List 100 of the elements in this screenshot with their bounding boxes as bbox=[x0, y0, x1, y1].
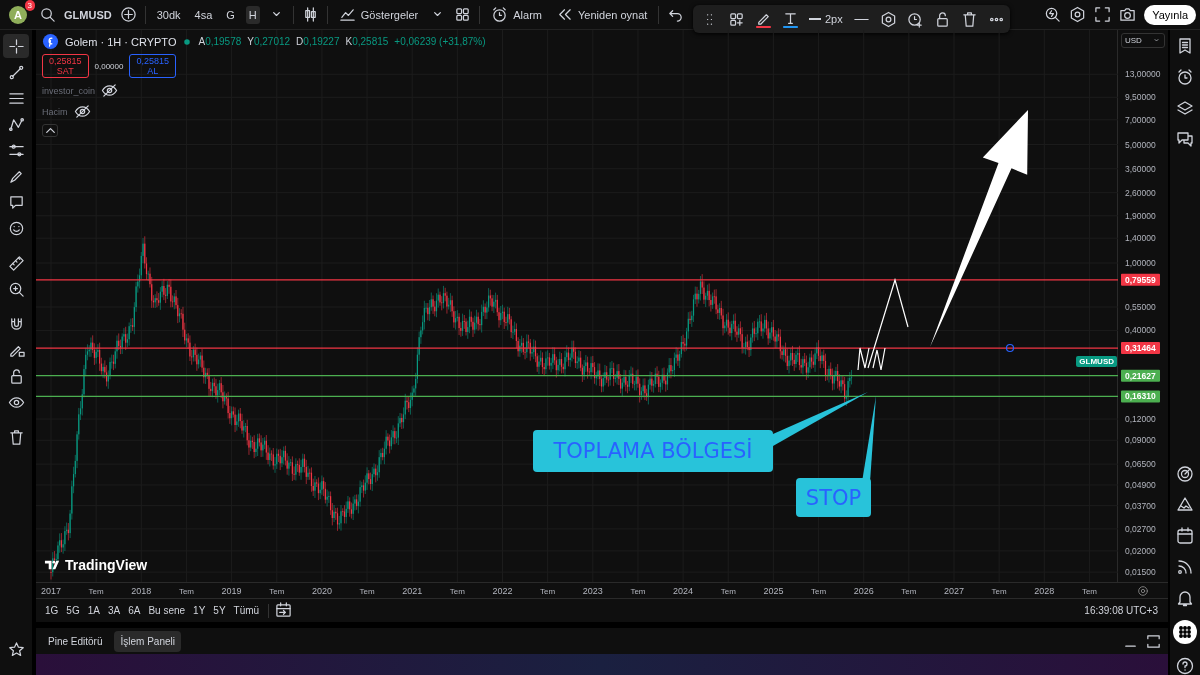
apps-grid-icon[interactable] bbox=[1173, 620, 1197, 644]
alarm-clock-icon bbox=[491, 6, 509, 23]
price-tick: 0,03700 bbox=[1125, 500, 1156, 511]
notification-badge: 3 bbox=[24, 0, 35, 11]
eye-off-icon[interactable] bbox=[101, 82, 119, 99]
mountain-icon[interactable] bbox=[1176, 496, 1194, 514]
alarm-button[interactable]: Alarm bbox=[488, 3, 545, 26]
indicators-button[interactable]: Göstergeler bbox=[335, 3, 422, 26]
symbol-search[interactable]: GLMUSD bbox=[64, 8, 112, 21]
price-level-line[interactable] bbox=[36, 375, 1118, 377]
range-button[interactable]: 6A bbox=[125, 603, 144, 618]
line-width-button[interactable]: 2px bbox=[809, 13, 843, 25]
range-button[interactable]: 5G bbox=[63, 603, 83, 618]
time-tick: Tem bbox=[178, 587, 194, 596]
zigzag-projection-line[interactable] bbox=[857, 277, 909, 371]
ruler-icon bbox=[7, 254, 25, 272]
price-tick: 2,60000 bbox=[1125, 187, 1156, 198]
star-icon[interactable] bbox=[7, 641, 25, 658]
interval-button[interactable]: 4sa bbox=[191, 5, 216, 24]
price-tick: 0,55000 bbox=[1125, 302, 1156, 312]
time-tick: 2024 bbox=[673, 586, 694, 596]
trash-icon bbox=[7, 428, 25, 446]
panel-tab[interactable]: Pine Editörü bbox=[42, 630, 109, 652]
eye-off-icon[interactable] bbox=[73, 103, 91, 120]
spread-value: 0,00000 bbox=[94, 61, 124, 71]
range-button[interactable]: 1G bbox=[42, 603, 62, 618]
line-icon bbox=[809, 18, 821, 20]
axis-settings-icon[interactable] bbox=[1137, 584, 1149, 597]
add-alarm-icon[interactable] bbox=[906, 10, 924, 28]
fullscreen-icon[interactable] bbox=[1094, 6, 1112, 23]
price-tick: 0,12000 bbox=[1125, 414, 1156, 425]
range-button[interactable]: 3A bbox=[104, 603, 124, 618]
time-tick: 2021 bbox=[402, 586, 423, 596]
replay-button[interactable]: Yeniden oynat bbox=[553, 3, 651, 26]
price-tick: 1,90000 bbox=[1125, 210, 1156, 221]
time-tick: 2020 bbox=[311, 586, 332, 596]
layout-grid-icon[interactable] bbox=[454, 6, 472, 23]
comment-icon bbox=[7, 193, 25, 211]
trend-line-icon bbox=[7, 63, 25, 81]
currency-dropdown[interactable]: USD bbox=[1121, 33, 1165, 48]
target-icon[interactable] bbox=[1176, 465, 1194, 483]
crosshair-tool[interactable] bbox=[3, 34, 29, 58]
bell-icon[interactable] bbox=[1176, 589, 1194, 607]
zoom-bolt-icon[interactable] bbox=[1044, 6, 1062, 23]
alarm-clock-icon[interactable] bbox=[1176, 68, 1194, 86]
time-tick: 2028 bbox=[1034, 586, 1055, 596]
calendar-icon[interactable] bbox=[1176, 527, 1194, 545]
buy-button[interactable]: 0,25815 AL bbox=[129, 54, 176, 78]
feed-icon[interactable] bbox=[1176, 558, 1194, 576]
camera-icon[interactable] bbox=[1119, 6, 1137, 23]
chat-icon[interactable] bbox=[1176, 130, 1194, 148]
ohlc-value: D0,19227 bbox=[296, 36, 340, 47]
time-tick: Tem bbox=[540, 587, 556, 596]
range-button[interactable]: Bu sene bbox=[145, 603, 189, 618]
panel-tab[interactable]: İşlem Paneli bbox=[114, 630, 181, 652]
date-range-icon[interactable] bbox=[275, 602, 293, 619]
time-tick: Tem bbox=[811, 587, 827, 596]
search-icon[interactable] bbox=[39, 6, 56, 23]
price-level-line[interactable] bbox=[36, 395, 1118, 398]
text-color-icon[interactable] bbox=[782, 10, 799, 28]
price-tick: 0,01500 bbox=[1125, 567, 1156, 578]
ohlc-value: Y0,27012 bbox=[247, 36, 291, 47]
time-tick: Tem bbox=[720, 587, 736, 596]
symbol-title[interactable]: Golem · 1H · CRYPTO bbox=[65, 35, 177, 48]
price-label: 0,16310 bbox=[1125, 391, 1156, 402]
range-button[interactable]: 5Y bbox=[210, 603, 229, 618]
settings-icon[interactable] bbox=[879, 10, 897, 28]
watchlist-icon[interactable] bbox=[1176, 37, 1194, 55]
add-symbol-icon[interactable] bbox=[119, 6, 137, 23]
clock[interactable]: 16:39:08 UTC+3 bbox=[1084, 605, 1162, 616]
sell-button[interactable]: 0,25815 SAT bbox=[42, 54, 89, 78]
range-button[interactable]: 1Y bbox=[190, 603, 209, 618]
maximize-icon[interactable] bbox=[1145, 632, 1162, 650]
time-tick: 2026 bbox=[853, 586, 874, 596]
drag-handle[interactable] bbox=[1005, 343, 1015, 353]
range-button[interactable]: Tümü bbox=[230, 603, 263, 618]
indicator-label[interactable]: investor_coin bbox=[42, 85, 96, 96]
interval-button[interactable]: G bbox=[223, 5, 238, 24]
time-tick: Tem bbox=[991, 587, 1007, 596]
indicators-icon bbox=[338, 6, 356, 23]
price-tick: 3,60000 bbox=[1125, 163, 1156, 174]
layers-icon[interactable] bbox=[1176, 99, 1194, 117]
tradingview-logo: TradingView bbox=[44, 556, 148, 573]
help-icon[interactable] bbox=[1176, 657, 1194, 675]
price-tick: 5,00000 bbox=[1125, 139, 1156, 150]
indicator-label[interactable]: Hacim bbox=[42, 106, 68, 117]
range-button[interactable]: 1A bbox=[84, 603, 103, 618]
interval-button[interactable]: 30dk bbox=[153, 5, 184, 24]
rewind-icon bbox=[556, 6, 573, 23]
price-tick: 0,02700 bbox=[1125, 523, 1156, 534]
shapes-add-icon[interactable] bbox=[728, 10, 745, 28]
zoom-in-icon bbox=[7, 280, 25, 298]
arrow-up-drawing[interactable] bbox=[930, 110, 1028, 347]
settings-icon[interactable] bbox=[1069, 6, 1087, 23]
collapse-button[interactable] bbox=[42, 124, 58, 137]
interval-button[interactable]: H bbox=[245, 5, 260, 24]
trash-icon[interactable] bbox=[960, 10, 978, 28]
time-tick: Tem bbox=[1081, 587, 1097, 596]
time-tick: Tem bbox=[269, 587, 285, 596]
publish-button[interactable]: Yayınla bbox=[1144, 4, 1196, 25]
